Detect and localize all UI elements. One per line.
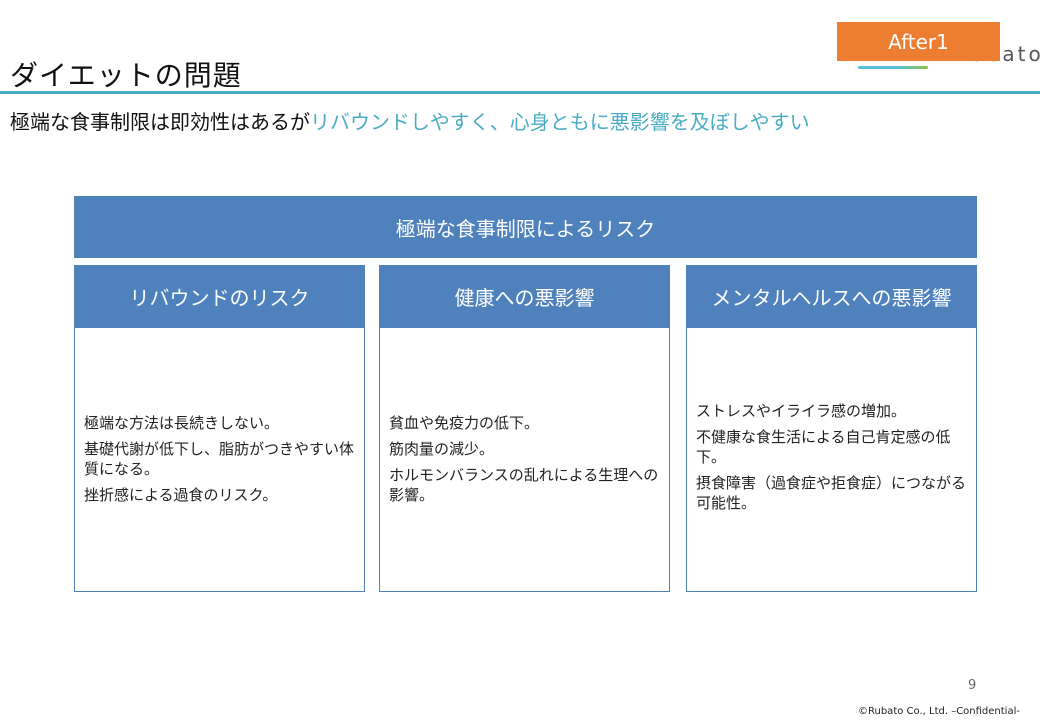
column-text: 貧血や免疫力の低下。 筋肉量の減少。 ホルモンバランスの乱れによる生理への影響。 <box>389 413 659 511</box>
list-item: 筋肉量の減少。 <box>389 440 495 458</box>
column-body-health: 貧血や免疫力の低下。 筋肉量の減少。 ホルモンバランスの乱れによる生理への影響。 <box>379 328 670 592</box>
column-text: ストレスやイライラ感の増加。 不健康な食生活による自己肯定感の低下。 摂食障害（… <box>696 401 966 519</box>
list-item: ホルモンバランスの乱れによる生理への影響。 <box>389 466 659 504</box>
copyright-notice: ©Rubato Co., Ltd. –Confidential- <box>858 706 1020 717</box>
column-text: 極端な方法は長続きしない。 基礎代謝が低下し、脂肪がつきやすい体質になる。 挫折… <box>84 413 354 511</box>
subtitle-highlight: リバウンドしやすく、心身ともに悪影響を及ぼしやすい <box>310 110 810 134</box>
logo-underline <box>858 66 928 69</box>
version-badge: After1 <box>837 22 1000 61</box>
column-heading-health: 健康への悪影響 <box>379 265 670 328</box>
list-item: 貧血や免疫力の低下。 <box>389 414 540 432</box>
list-item: 極端な方法は長続きしない。 <box>84 414 280 432</box>
list-item: ストレスやイライラ感の増加。 <box>696 402 907 420</box>
title-divider <box>0 91 1040 94</box>
list-item: 基礎代謝が低下し、脂肪がつきやすい体質になる。 <box>84 440 355 478</box>
page-number: 9 <box>968 678 977 693</box>
subtitle-plain: 極端な食事制限は即効性はあるが <box>10 110 310 134</box>
risk-header: 極端な食事制限によるリスク <box>74 196 977 258</box>
list-item: 摂食障害（過食症や拒食症）につながる可能性。 <box>696 474 967 512</box>
column-body-rebound: 極端な方法は長続きしない。 基礎代謝が低下し、脂肪がつきやすい体質になる。 挫折… <box>74 328 365 592</box>
column-heading-mental: メンタルヘルスへの悪影響 <box>686 265 977 328</box>
page-title: ダイエットの問題 <box>10 59 242 92</box>
list-item: 不健康な食生活による自己肯定感の低下。 <box>696 428 951 466</box>
list-item: 挫折感による過食のリスク。 <box>84 486 278 504</box>
column-heading-rebound: リバウンドのリスク <box>74 265 365 328</box>
column-body-mental: ストレスやイライラ感の増加。 不健康な食生活による自己肯定感の低下。 摂食障害（… <box>686 328 977 592</box>
slide-subtitle: 極端な食事制限は即効性はあるがリバウンドしやすく、心身ともに悪影響を及ぼしやすい <box>10 106 810 135</box>
